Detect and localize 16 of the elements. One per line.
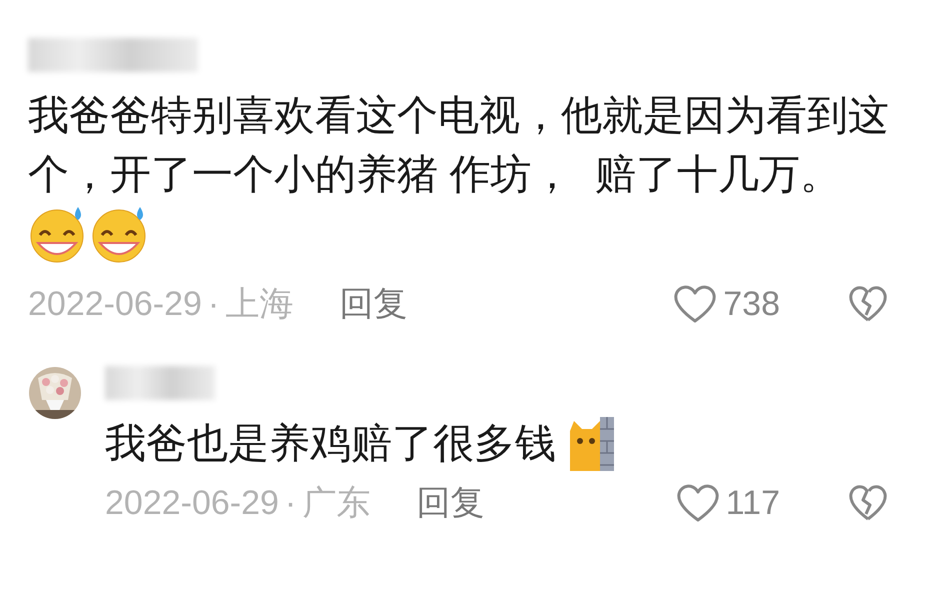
- like-count: 117: [726, 484, 780, 522]
- comment-location: 上海: [225, 284, 294, 325]
- broken-heart-icon[interactable]: [848, 484, 888, 522]
- like-count: 738: [723, 284, 780, 324]
- reply-link[interactable]: 回复: [339, 281, 408, 327]
- heart-icon[interactable]: [676, 483, 720, 523]
- comment-date: 2022-06-29: [28, 284, 202, 324]
- comment-date: 2022-06-29: [105, 484, 279, 522]
- separator-dot: ·: [208, 284, 220, 324]
- heart-icon[interactable]: [673, 284, 718, 324]
- separator-dot: ·: [284, 484, 296, 522]
- comment-text: 我爸爸特别喜欢看这个电视，他就是因为看到这个，开了一个小的养猪 作坊， 赔了十几万。: [28, 91, 890, 199]
- comment-text: 我爸也是养鸡赔了很多钱: [105, 419, 556, 468]
- broken-heart-icon[interactable]: [848, 285, 888, 323]
- comment-location: 广东: [302, 483, 370, 524]
- reply-link[interactable]: 回复: [416, 480, 484, 526]
